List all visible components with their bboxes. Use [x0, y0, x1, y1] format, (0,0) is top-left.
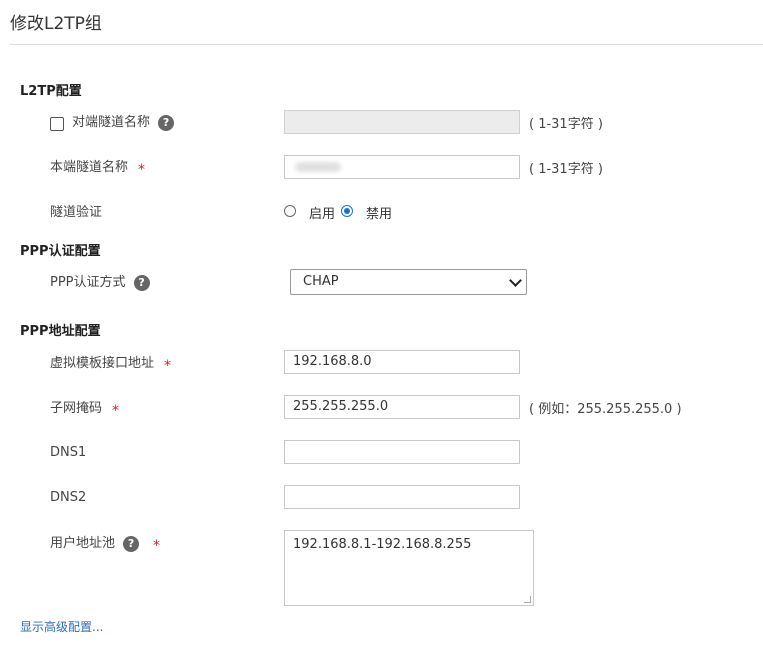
local-tunnel-name-input[interactable] — [284, 155, 520, 179]
section-title-l2tp: L2TP配置 — [20, 84, 82, 99]
required-icon: * — [153, 538, 161, 554]
required-icon: * — [138, 162, 146, 178]
peer-tunnel-name-label: 对端隧道名称 ? — [72, 114, 175, 132]
subnet-mask-hint: ( 例如：255.255.255.0 ) — [529, 402, 682, 417]
dns2-label: DNS2 — [50, 490, 87, 505]
ppp-auth-method-label: PPP认证方式 ? — [50, 274, 150, 292]
section-title-ppp-auth: PPP认证配置 — [20, 244, 101, 259]
help-icon[interactable]: ? — [123, 536, 140, 552]
user-pool-textarea[interactable]: 192.168.8.1-192.168.8.255 — [284, 530, 534, 606]
chevron-down-icon — [509, 274, 522, 287]
peer-tunnel-name-input[interactable] — [284, 110, 520, 134]
user-pool-label: 用户地址池 ? * — [50, 536, 161, 554]
dns1-label: DNS1 — [50, 445, 87, 460]
peer-tunnel-name-checkbox[interactable] — [50, 117, 64, 131]
tunnel-auth-label: 隧道验证 — [50, 205, 103, 220]
page-title: 修改L2TP组 — [10, 14, 102, 34]
subnet-mask-label: 子网掩码 * — [50, 401, 120, 419]
help-icon[interactable]: ? — [158, 115, 175, 131]
title-divider — [10, 44, 763, 45]
subnet-mask-input[interactable]: 255.255.255.0 — [284, 395, 520, 419]
resize-handle-icon[interactable] — [524, 596, 531, 603]
ppp-auth-method-value: CHAP — [303, 274, 339, 289]
ppp-auth-method-select[interactable]: CHAP — [290, 269, 527, 295]
redacted-value — [295, 162, 341, 172]
help-icon[interactable]: ? — [133, 275, 150, 291]
local-tunnel-name-label: 本端隧道名称 * — [50, 160, 146, 178]
dns2-input[interactable] — [284, 485, 520, 509]
tunnel-auth-enable-radio[interactable] — [284, 205, 296, 217]
required-icon: * — [164, 358, 172, 374]
show-advanced-link[interactable]: 显示高级配置... — [20, 618, 103, 635]
tunnel-auth-enable-label[interactable]: 启用 — [309, 203, 335, 222]
required-icon: * — [112, 403, 120, 419]
user-pool-value: 192.168.8.1-192.168.8.255 — [293, 537, 472, 552]
virtual-template-ip-input[interactable]: 192.168.8.0 — [284, 350, 520, 374]
dns1-input[interactable] — [284, 440, 520, 464]
local-tunnel-name-hint: ( 1-31字符 ) — [529, 162, 603, 177]
peer-tunnel-name-hint: ( 1-31字符 ) — [529, 117, 603, 132]
virtual-template-ip-label: 虚拟模板接口地址 * — [50, 356, 172, 374]
section-title-ppp-addr: PPP地址配置 — [20, 324, 101, 339]
tunnel-auth-disable-radio[interactable] — [341, 205, 353, 217]
tunnel-auth-disable-label[interactable]: 禁用 — [366, 203, 392, 222]
